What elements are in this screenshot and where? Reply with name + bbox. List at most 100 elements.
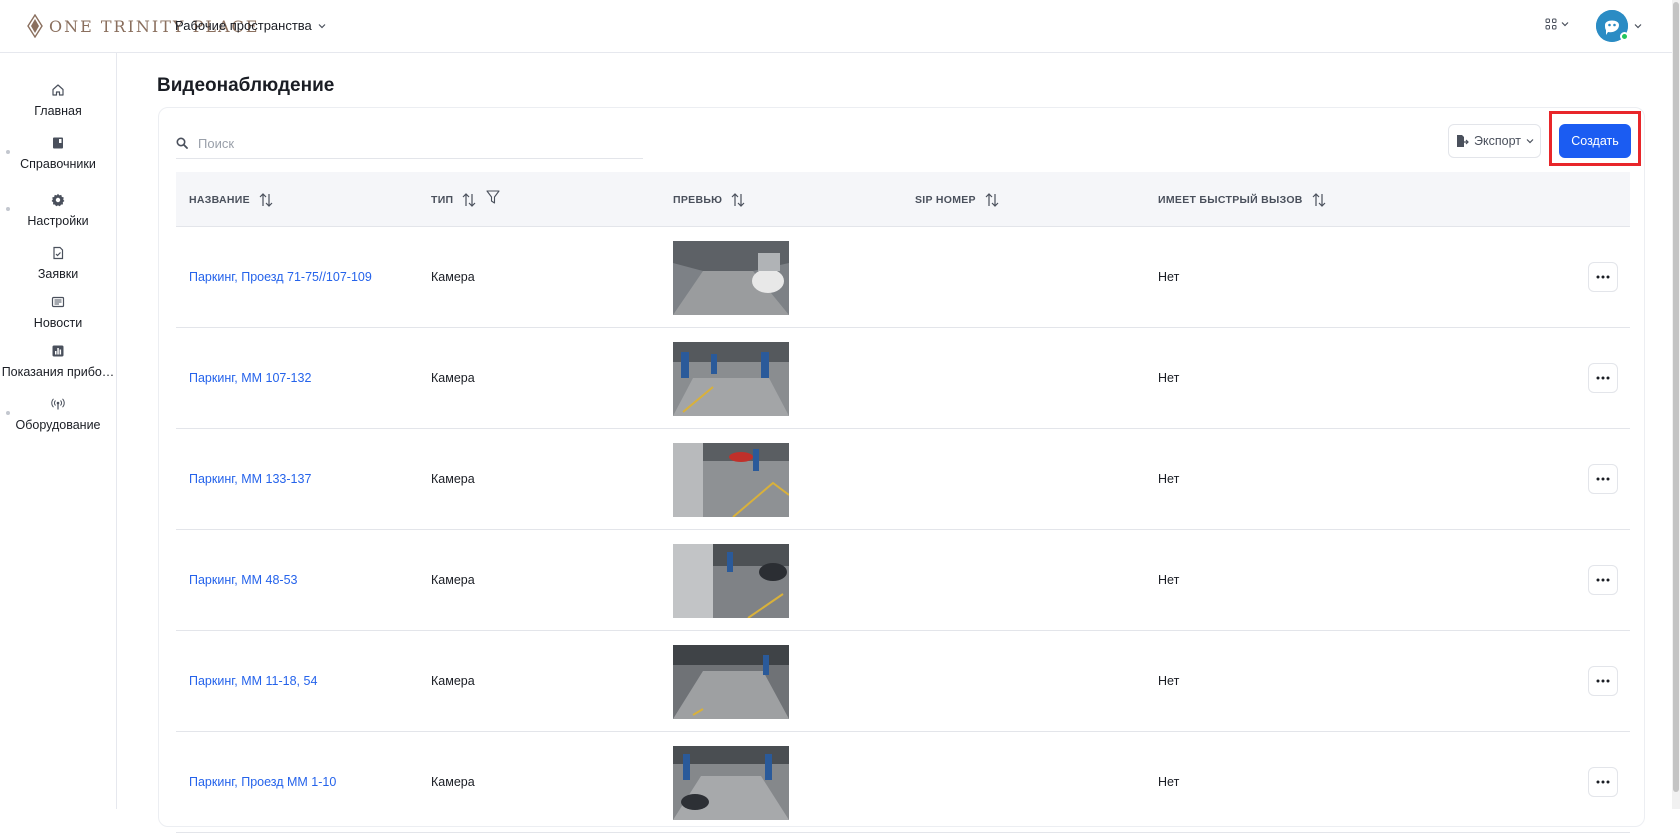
grid-icon [1545, 18, 1557, 30]
camera-type: Камера [431, 270, 475, 284]
fast-call-value: Нет [1158, 472, 1180, 486]
camera-preview-image[interactable] [673, 443, 789, 517]
row-actions-button[interactable] [1588, 262, 1618, 292]
user-menu[interactable] [1596, 10, 1642, 42]
table-row: Паркинг, Проезд 71-75//107-109 Камера Не… [176, 227, 1630, 328]
sidebar-item-label: Заявки [37, 267, 79, 281]
scrollbar-thumb[interactable] [1673, 2, 1679, 792]
table-row: Паркинг, ММ 11-18, 54 Камера Нет [176, 631, 1630, 732]
search-icon [176, 137, 188, 149]
sidebar: Главная Справочники Настройки Заявки Нов… [0, 53, 117, 809]
camera-type: Камера [431, 674, 475, 688]
sidebar-item-settings[interactable]: Настройки [0, 193, 116, 230]
row-actions-button[interactable] [1588, 565, 1618, 595]
chevron-down-icon [1526, 139, 1534, 144]
chart-icon [52, 345, 64, 357]
page-scrollbar[interactable] [1672, 0, 1680, 809]
sort-icon[interactable] [258, 192, 274, 208]
chevron-down-icon [1634, 24, 1642, 29]
camera-name-link[interactable]: Паркинг, ММ 48-53 [189, 530, 298, 630]
camera-type: Камера [431, 371, 475, 385]
home-icon [52, 84, 64, 96]
export-icon [1457, 135, 1469, 147]
sidebar-item-home[interactable]: Главная [0, 83, 116, 120]
gear-icon [51, 193, 65, 207]
sidebar-item-label: Оборудование [15, 418, 101, 432]
workspace-selector[interactable]: Рабочие пространства [175, 18, 326, 33]
camera-type: Камера [431, 573, 475, 587]
expand-bullet [6, 150, 10, 154]
chevron-down-icon [1561, 22, 1569, 27]
sidebar-item-label: Показания прибо… [1, 365, 115, 379]
fast-call-value: Нет [1158, 270, 1180, 284]
sort-icon[interactable] [461, 192, 477, 208]
column-label: ИМЕЕТ БЫСТРЫЙ ВЫЗОВ [1158, 193, 1303, 206]
broadcast-icon [51, 398, 65, 410]
logo-diamond-icon [27, 14, 43, 38]
table-row: Паркинг, ММ 107-132 Камера Нет [176, 328, 1630, 429]
sidebar-item-meter-readings[interactable]: Показания прибо… [0, 344, 116, 381]
fast-call-value: Нет [1158, 775, 1180, 789]
document-icon [53, 246, 64, 260]
camera-preview-image[interactable] [673, 241, 789, 315]
more-horizontal-icon [1596, 679, 1610, 683]
expand-bullet [6, 411, 10, 415]
table-row: Паркинг, ММ 48-53 Камера Нет [176, 530, 1630, 631]
column-label: SIP НОМЕР [915, 193, 976, 206]
sidebar-item-references[interactable]: Справочники [0, 136, 116, 173]
camera-preview-image[interactable] [673, 544, 789, 618]
table-row: Паркинг, Проезд ММ 1-10 Камера Нет [176, 732, 1630, 833]
sort-icon[interactable] [984, 192, 1000, 208]
online-status-dot [1620, 32, 1629, 41]
search-input[interactable] [198, 135, 618, 151]
table-header: НАЗВАНИЕ ТИП ПРЕВЬЮ SIP НОМЕР ИМЕЕТ БЫСТ… [176, 172, 1630, 227]
filter-icon[interactable] [485, 189, 501, 205]
create-button[interactable]: Создать [1559, 124, 1631, 158]
camera-name-link[interactable]: Паркинг, ММ 133-137 [189, 429, 311, 529]
camera-name-link[interactable]: Паркинг, Проезд 71-75//107-109 [189, 227, 372, 327]
fast-call-value: Нет [1158, 573, 1180, 587]
chevron-down-icon [318, 23, 326, 28]
column-header-name[interactable]: НАЗВАНИЕ [189, 172, 274, 227]
column-header-preview[interactable]: ПРЕВЬЮ [673, 172, 746, 227]
camera-preview-image[interactable] [673, 342, 789, 416]
sidebar-item-news[interactable]: Новости [0, 295, 116, 332]
column-header-type[interactable]: ТИП [431, 172, 501, 227]
camera-name-link[interactable]: Паркинг, Проезд ММ 1-10 [189, 732, 336, 832]
camera-type: Камера [431, 775, 475, 789]
apps-menu[interactable] [1545, 18, 1569, 30]
sort-icon[interactable] [730, 192, 746, 208]
fast-call-value: Нет [1158, 674, 1180, 688]
camera-name-link[interactable]: Паркинг, ММ 107-132 [189, 328, 311, 428]
sidebar-item-requests[interactable]: Заявки [0, 246, 116, 283]
column-header-sip-number[interactable]: SIP НОМЕР [915, 172, 1000, 227]
more-horizontal-icon [1596, 275, 1610, 279]
avatar [1596, 10, 1629, 42]
more-horizontal-icon [1596, 780, 1610, 784]
expand-bullet [6, 207, 10, 211]
parking-camera-thumbnail [673, 443, 789, 517]
parking-camera-thumbnail [673, 645, 789, 719]
column-label: ТИП [431, 193, 454, 206]
row-actions-button[interactable] [1588, 363, 1618, 393]
row-actions-button[interactable] [1588, 464, 1618, 494]
row-actions-button[interactable] [1588, 666, 1618, 696]
parking-camera-thumbnail [673, 342, 789, 416]
column-header-fast-call[interactable]: ИМЕЕТ БЫСТРЫЙ ВЫЗОВ [1158, 172, 1327, 227]
camera-name-link[interactable]: Паркинг, ММ 11-18, 54 [189, 631, 317, 731]
row-actions-button[interactable] [1588, 767, 1618, 797]
sidebar-item-equipment[interactable]: Оборудование [0, 397, 116, 434]
sort-icon[interactable] [1311, 192, 1327, 208]
export-button[interactable]: Экспорт [1448, 124, 1541, 158]
parking-camera-thumbnail [673, 241, 789, 315]
parking-camera-thumbnail [673, 544, 789, 618]
more-horizontal-icon [1596, 477, 1610, 481]
camera-preview-image[interactable] [673, 645, 789, 719]
search-box [176, 128, 643, 159]
page-title: Видеонаблюдение [157, 75, 335, 96]
sidebar-item-label: Главная [34, 104, 82, 118]
workspace-label: Рабочие пространства [175, 18, 312, 33]
column-label: НАЗВАНИЕ [189, 193, 250, 206]
table-row: Паркинг, ММ 133-137 Камера Нет [176, 429, 1630, 530]
camera-type: Камера [431, 472, 475, 486]
